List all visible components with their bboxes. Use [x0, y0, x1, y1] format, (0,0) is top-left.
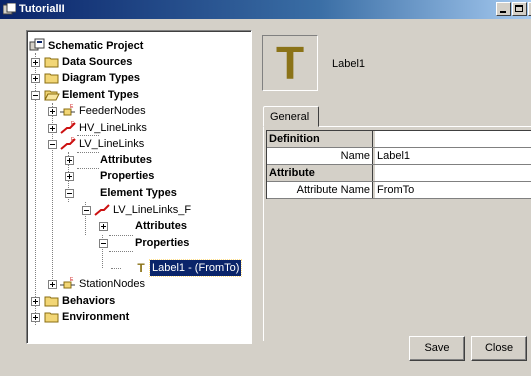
tree-label: Diagram Types	[62, 72, 141, 84]
folder-icon	[44, 296, 59, 307]
link-type-icon: E	[60, 121, 76, 134]
property-row-attribute-name[interactable]: Attribute Name FromTo	[267, 182, 531, 199]
tree-item-attributes[interactable]: Attributes	[65, 152, 225, 168]
collapse-icon[interactable]	[65, 189, 74, 198]
tree-item-lv-linelinks-f[interactable]: LV_LineLinks_F	[82, 202, 232, 218]
node-type-icon: E	[60, 104, 75, 116]
expand-icon[interactable]	[65, 172, 74, 181]
category-value	[375, 131, 531, 147]
label-type-large-icon: T	[262, 35, 318, 91]
tree-label: FeederNodes	[79, 105, 146, 117]
tree-item-lv-linelinks[interactable]: E LV_LineLinks	[48, 136, 228, 152]
element-name-label: Label1	[332, 58, 366, 70]
collapse-icon[interactable]	[99, 239, 108, 248]
expand-icon[interactable]	[48, 280, 57, 289]
property-row-name[interactable]: Name Label1	[267, 148, 531, 165]
tab-label: General	[270, 111, 310, 123]
expand-icon[interactable]	[31, 313, 40, 322]
tree-label: Element Types	[62, 89, 139, 101]
tree-item-label1[interactable]: T Label1 - (FromTo)	[135, 259, 251, 277]
tree-item-element-types-nested[interactable]: Element Types	[65, 185, 225, 201]
tree-item-stationnodes[interactable]: E StationNodes	[48, 276, 228, 292]
maximize-button[interactable]	[512, 2, 527, 16]
collapse-icon[interactable]	[31, 91, 40, 100]
collapse-icon[interactable]	[82, 206, 91, 215]
project-tree[interactable]: Schematic Project Data Sources Diagram T…	[26, 30, 252, 344]
save-button[interactable]: Save	[409, 336, 465, 361]
tree-item-properties-nested[interactable]: Properties	[99, 235, 229, 251]
tree-label: Behaviors	[62, 295, 116, 307]
app-icon	[3, 3, 16, 15]
tree-item-behaviors[interactable]: Behaviors	[31, 293, 231, 309]
tree-label: LV_LineLinks	[79, 138, 145, 150]
svg-text:E: E	[70, 104, 74, 110]
category-label: Attribute	[267, 165, 373, 181]
expand-icon[interactable]	[48, 107, 57, 116]
link-type-icon	[94, 204, 110, 216]
tree-label: StationNodes	[79, 278, 146, 290]
tree-label: Label1 - (FromTo)	[148, 259, 243, 277]
node-type-icon: E	[60, 277, 75, 289]
property-grid[interactable]: Definition Name Label1 Attribute Attribu…	[266, 130, 531, 199]
title-bar[interactable]: TutorialII	[0, 0, 531, 19]
tree-label: HV_LineLinks	[79, 122, 147, 134]
expand-icon[interactable]	[31, 74, 40, 83]
link-type-icon: E	[60, 137, 76, 150]
folder-icon	[44, 73, 59, 84]
tree-item-environment[interactable]: Environment	[31, 309, 231, 325]
expand-icon[interactable]	[31, 297, 40, 306]
tree-label: Attributes	[100, 154, 152, 166]
tree-label: Environment	[62, 311, 130, 323]
tree-label: Properties	[135, 237, 190, 249]
category-row-attribute: Attribute	[267, 165, 531, 182]
tree-label: Element Types	[100, 187, 177, 199]
property-value-name[interactable]: Label1	[375, 148, 531, 164]
category-value	[375, 165, 531, 181]
expand-icon[interactable]	[48, 124, 57, 133]
expand-icon[interactable]	[31, 58, 40, 67]
expand-icon[interactable]	[65, 156, 74, 165]
tree-label: Schematic Project	[48, 40, 144, 52]
tree-label: Data Sources	[62, 56, 133, 68]
project-icon	[29, 38, 45, 51]
open-folder-icon	[44, 90, 60, 101]
icon-letter: T	[275, 37, 305, 89]
tree-label: Properties	[100, 170, 155, 182]
tree-item-diagram-types[interactable]: Diagram Types	[31, 70, 231, 86]
tree-label: LV_LineLinks_F	[113, 204, 192, 216]
folder-icon	[44, 312, 59, 323]
tree-item-attributes-nested[interactable]: Attributes	[99, 218, 229, 234]
property-value-attribute-name[interactable]: FromTo	[375, 182, 531, 198]
window-title: TutorialII	[19, 3, 65, 15]
property-key: Name	[267, 148, 373, 164]
tree-item-schematic-project[interactable]: Schematic Project	[29, 38, 229, 54]
tree-item-feedernodes[interactable]: E FeederNodes	[48, 103, 228, 119]
folder-icon	[44, 57, 59, 68]
tree-item-properties[interactable]: Properties	[65, 168, 225, 184]
close-button[interactable]: Close	[471, 336, 527, 361]
property-key: Attribute Name	[267, 182, 373, 198]
tree-item-element-types[interactable]: Element Types	[31, 87, 231, 103]
svg-text:E: E	[70, 277, 74, 283]
tab-general[interactable]: General	[263, 106, 319, 127]
label-type-icon: T	[137, 261, 145, 275]
category-label: Definition	[267, 131, 373, 147]
tree-item-hv-linelinks[interactable]: E HV_LineLinks	[48, 120, 228, 136]
category-row-definition: Definition	[267, 131, 531, 148]
collapse-icon[interactable]	[48, 140, 57, 149]
minimize-button[interactable]	[496, 2, 511, 16]
expand-icon[interactable]	[99, 222, 108, 231]
tree-item-data-sources[interactable]: Data Sources	[31, 54, 231, 70]
tree-label: Attributes	[135, 220, 187, 232]
